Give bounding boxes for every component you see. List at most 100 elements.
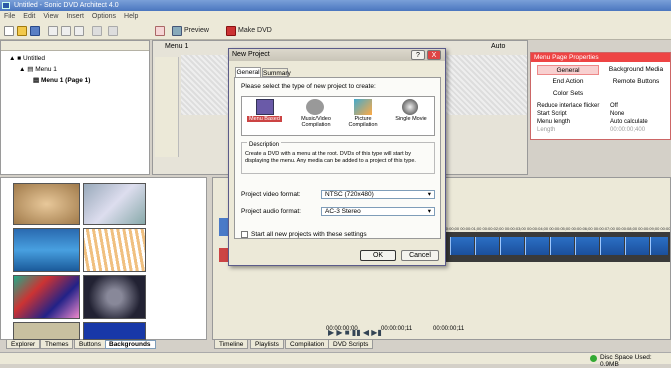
zoom-select[interactable]: Auto — [491, 43, 505, 50]
project-type-single-movie[interactable]: Single Movie — [390, 116, 432, 122]
menu-options[interactable]: Options — [88, 13, 120, 20]
background-thumb-8[interactable] — [83, 322, 146, 340]
video-clip[interactable] — [650, 237, 668, 255]
background-thumb-2[interactable] — [83, 183, 146, 225]
tab-themes[interactable]: Themes — [40, 340, 74, 349]
dialog-title: New Project — [232, 51, 270, 58]
start-settings-label: Start all new projects with these settin… — [251, 231, 367, 238]
open-icon[interactable] — [17, 26, 27, 36]
tab-buttons[interactable]: Buttons — [74, 340, 107, 349]
tab-compilation[interactable]: Compilation — [285, 340, 330, 349]
prop-row-interlace[interactable]: Reduce interlace flicker Off — [530, 103, 671, 110]
prop-row-menu-length[interactable]: Menu length Auto calculate — [530, 119, 671, 126]
video-clip[interactable] — [500, 237, 524, 255]
prop-value: Off — [610, 103, 618, 109]
props-tab-color-sets[interactable]: Color Sets — [537, 89, 599, 99]
tab-playlists[interactable]: Playlists — [250, 340, 284, 349]
menu-insert[interactable]: Insert — [62, 13, 88, 20]
backgrounds-panel — [0, 177, 207, 340]
audio-format-value: AC-3 Stereo — [325, 208, 361, 215]
video-clip[interactable] — [450, 237, 474, 255]
tree-item-menu[interactable]: ▲ ▤ Menu 1 — [9, 64, 90, 75]
prompt-text: Please select the type of new project to… — [241, 83, 376, 90]
copy-icon[interactable] — [61, 26, 71, 36]
menu-help[interactable]: Help — [120, 13, 142, 20]
menu-file[interactable]: File — [0, 13, 19, 20]
ok-button[interactable]: OK — [360, 250, 396, 261]
redo-icon[interactable] — [108, 26, 118, 36]
background-thumb-3[interactable] — [13, 228, 80, 272]
background-thumb-4[interactable] — [83, 228, 146, 272]
tab-general[interactable]: General — [235, 67, 261, 77]
tree-item-page[interactable]: ▤ Menu 1 (Page 1) — [9, 75, 90, 86]
props-tab-end-action[interactable]: End Action — [537, 77, 599, 87]
project-type-music-video[interactable]: Music/Video Compilation — [294, 116, 338, 128]
window-title: Untitled - Sonic DVD Architect 4.0 — [14, 2, 119, 9]
preview-icon[interactable] — [172, 26, 182, 36]
save-icon[interactable] — [30, 26, 40, 36]
description-box: Description Create a DVD with a menu at … — [241, 142, 435, 174]
video-clip[interactable] — [600, 237, 624, 255]
props-tab-general[interactable]: General — [537, 65, 599, 75]
menu-tab-label[interactable]: Menu 1 — [165, 43, 188, 50]
video-clip[interactable] — [625, 237, 649, 255]
prop-row-length[interactable]: Length 00:00:00;400 — [530, 127, 671, 134]
background-thumb-7[interactable] — [13, 322, 80, 340]
tab-backgrounds[interactable]: Backgrounds — [105, 340, 156, 349]
transport-controls[interactable]: ▶ ▶ ■ ▮▮ ◀ ▶▮ — [328, 328, 382, 337]
menu-edit[interactable]: Edit — [19, 13, 39, 20]
prop-name: Start Script — [537, 111, 567, 117]
cancel-button[interactable]: Cancel — [401, 250, 439, 261]
tab-summary[interactable]: Summary — [262, 68, 291, 77]
video-clip[interactable] — [475, 237, 499, 255]
undo-icon[interactable] — [92, 26, 102, 36]
menu-based-icon — [256, 99, 274, 115]
dropdown-arrow-icon: ▾ — [427, 208, 431, 215]
tree-root-label: Untitled — [22, 55, 46, 62]
cut-icon[interactable] — [48, 26, 58, 36]
description-label: Description — [247, 142, 282, 148]
tab-dvd-scripts[interactable]: DVD Scripts — [328, 340, 374, 349]
new-icon[interactable] — [4, 26, 14, 36]
video-clip[interactable] — [525, 237, 549, 255]
video-clip[interactable] — [550, 237, 574, 255]
video-clip[interactable] — [575, 237, 599, 255]
preview-button[interactable]: Preview — [184, 25, 209, 37]
close-button[interactable]: X — [427, 50, 441, 60]
disc-status-icon — [590, 355, 597, 362]
music-video-icon — [306, 99, 324, 115]
prop-row-start-script[interactable]: Start Script None — [530, 111, 671, 118]
menu-bar: File Edit View Insert Options Help — [0, 11, 671, 22]
props-tab-background-media[interactable]: Background Media — [604, 65, 668, 75]
prop-value: 00:00:00;400 — [610, 127, 646, 133]
audio-format-select[interactable]: AC-3 Stereo ▾ — [321, 207, 435, 216]
menu-view[interactable]: View — [39, 13, 62, 20]
start-settings-checkbox[interactable] — [241, 231, 248, 238]
paste-icon[interactable] — [74, 26, 84, 36]
tree-item-root[interactable]: ▲ ■ Untitled — [9, 53, 90, 64]
new-project-dialog: New Project ? X General Summary Please s… — [228, 48, 446, 266]
prop-name: Menu length — [537, 119, 571, 125]
status-bar: Disc Space Used: 0.9MB — [0, 352, 671, 368]
props-tab-remote-buttons[interactable]: Remote Buttons — [604, 77, 668, 87]
video-format-select[interactable]: NTSC (720x480) ▾ — [321, 190, 435, 199]
project-type-menu-based[interactable]: Menu Based — [247, 116, 282, 122]
audio-format-label: Project audio format: — [241, 208, 301, 215]
project-type-list: Menu Based Music/Video Compilation Pictu… — [241, 96, 435, 136]
record-icon[interactable] — [155, 26, 165, 36]
background-thumb-5[interactable] — [13, 275, 80, 319]
project-toolbar — [1, 41, 149, 51]
background-thumb-1[interactable] — [13, 183, 80, 225]
help-button[interactable]: ? — [411, 50, 425, 60]
tab-explorer[interactable]: Explorer — [6, 340, 41, 349]
make-dvd-button[interactable]: Make DVD — [238, 25, 272, 37]
picture-icon — [354, 99, 372, 115]
make-dvd-icon[interactable] — [226, 26, 236, 36]
project-type-picture[interactable]: Picture Compilation — [342, 116, 384, 128]
tab-timeline[interactable]: Timeline — [214, 340, 249, 349]
editor-tools — [155, 57, 179, 157]
dropdown-arrow-icon: ▾ — [427, 191, 431, 198]
background-thumb-6[interactable] — [83, 275, 146, 319]
prop-name: Length — [537, 127, 556, 133]
general-tab-panel: Please select the type of new project to… — [234, 77, 441, 239]
